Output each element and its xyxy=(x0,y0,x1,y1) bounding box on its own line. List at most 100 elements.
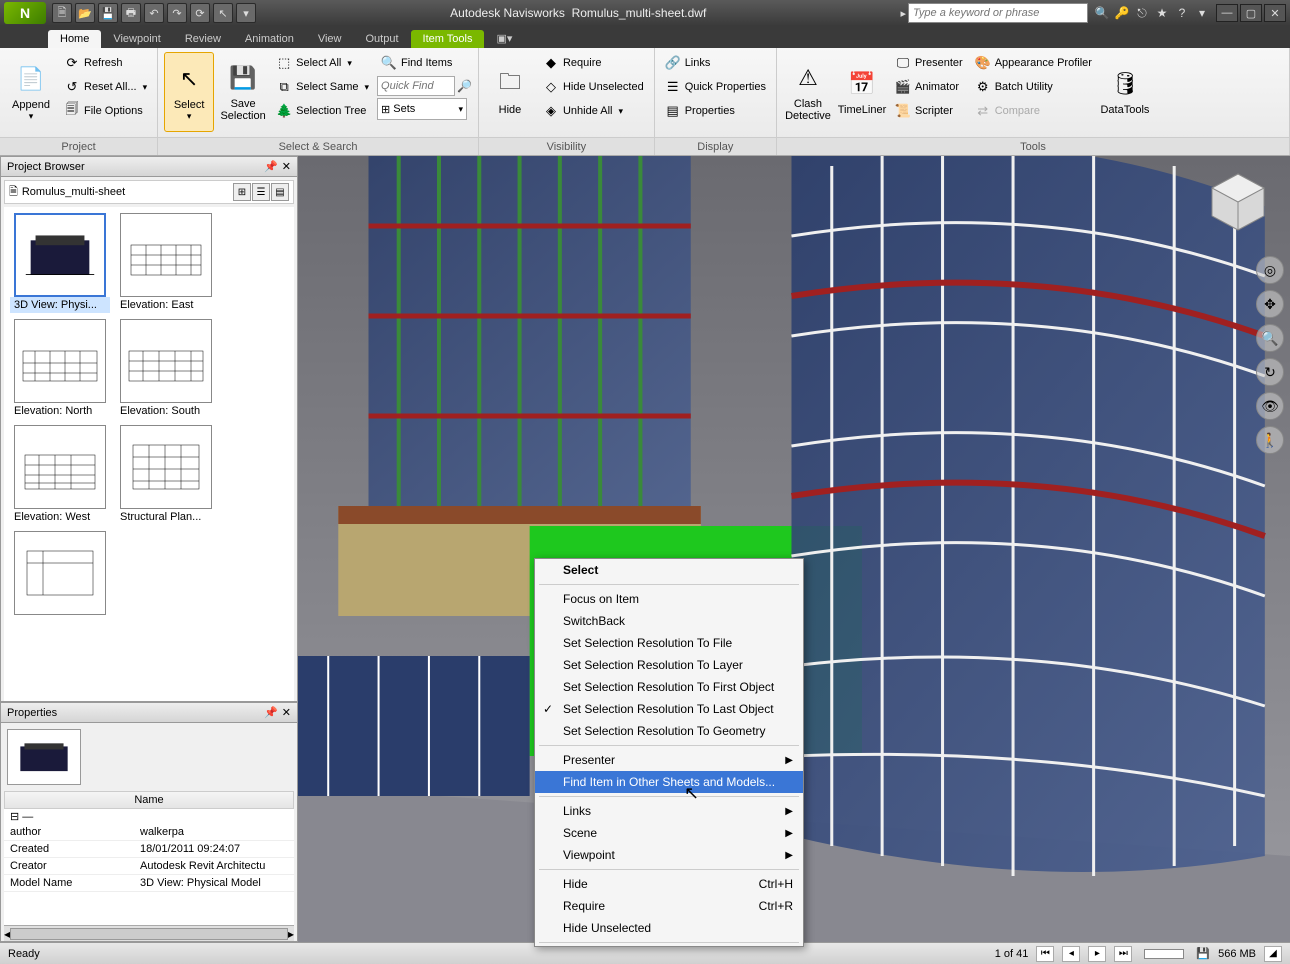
append-button[interactable]: 📄 Append ▾ xyxy=(6,52,56,132)
find-items-button[interactable]: 🔍Find Items xyxy=(377,52,472,74)
ctx-scene[interactable]: Scene▶ xyxy=(535,822,803,844)
ctx-res-file[interactable]: Set Selection Resolution To File xyxy=(535,632,803,654)
panel-close-icon[interactable]: ✕ xyxy=(282,706,291,719)
refresh-button[interactable]: ⟳Refresh xyxy=(60,52,151,74)
qat-save-icon[interactable]: 💾 xyxy=(98,3,118,23)
tab-review[interactable]: Review xyxy=(173,30,233,48)
thumb-elevation-north[interactable]: Elevation: North xyxy=(10,319,110,419)
binoculars-icon[interactable]: 🔍 xyxy=(1094,5,1110,21)
ctx-select[interactable]: Select xyxy=(535,559,803,581)
hide-unselected-button[interactable]: ◇Hide Unselected xyxy=(539,76,648,98)
quick-properties-button[interactable]: ☰Quick Properties xyxy=(661,76,770,98)
ctx-presenter[interactable]: Presenter▶ xyxy=(535,749,803,771)
select-button[interactable]: ↖ Select ▾ xyxy=(164,52,214,132)
properties-button[interactable]: ▤Properties xyxy=(661,100,770,122)
infocenter-search-input[interactable] xyxy=(908,3,1088,23)
group-label-project[interactable]: Project xyxy=(0,137,157,155)
help-dropdown-icon[interactable]: ▾ xyxy=(1194,5,1210,21)
thumb-elevation-south[interactable]: Elevation: South xyxy=(116,319,216,419)
tree-collapse-icon[interactable]: ⊟ — xyxy=(4,809,294,824)
help-icon[interactable]: ? xyxy=(1174,5,1190,21)
thumb-elevation-west[interactable]: Elevation: West xyxy=(10,425,110,525)
presenter-button[interactable]: 🖵Presenter xyxy=(891,52,967,74)
ctx-viewpoint[interactable]: Viewpoint▶ xyxy=(535,844,803,866)
ribbon-minimize-icon[interactable]: ▣▾ xyxy=(484,29,524,48)
scripter-button[interactable]: 📜Scripter xyxy=(891,100,967,122)
hide-button[interactable]: 🗀 Hide xyxy=(485,52,535,132)
nav-walk-icon[interactable]: 🚶 xyxy=(1256,426,1284,454)
selection-tree-button[interactable]: 🌲Selection Tree xyxy=(272,100,373,122)
panel-pin-icon[interactable]: 📌 xyxy=(264,706,278,719)
nav-zoom-icon[interactable]: 🔍 xyxy=(1256,324,1284,352)
ctx-links[interactable]: Links▶ xyxy=(535,800,803,822)
group-label-select[interactable]: Select & Search xyxy=(158,137,478,155)
thumb-3d-view[interactable]: 3D View: Physi... xyxy=(10,213,110,313)
qat-refresh-icon[interactable]: ⟳ xyxy=(190,3,210,23)
view-thumbs-icon[interactable]: ⊞ xyxy=(233,183,251,201)
sheet-last-icon[interactable]: ⏭ xyxy=(1114,946,1132,962)
sheet-prev-icon[interactable]: ◂ xyxy=(1062,946,1080,962)
links-button[interactable]: 🔗Links xyxy=(661,52,770,74)
properties-column-header[interactable]: Name xyxy=(4,791,294,809)
nav-pan-icon[interactable]: ✥ xyxy=(1256,290,1284,318)
unhide-all-button[interactable]: ◈Unhide All▾ xyxy=(539,100,648,122)
view-details-icon[interactable]: ▤ xyxy=(271,183,289,201)
maximize-button[interactable]: ▢ xyxy=(1240,4,1262,22)
comm-icon[interactable]: ⎋ xyxy=(1134,5,1150,21)
qat-select-icon[interactable]: ↖ xyxy=(213,3,233,23)
thumb-partial[interactable] xyxy=(10,531,110,615)
tab-home[interactable]: Home xyxy=(48,30,101,48)
save-selection-button[interactable]: 💾 Save Selection xyxy=(218,52,268,132)
qat-dropdown-icon[interactable]: ▾ xyxy=(236,3,256,23)
properties-scrollbar[interactable]: ◂▸ xyxy=(4,925,294,941)
clash-detective-button[interactable]: ⚠Clash Detective xyxy=(783,52,833,132)
key-icon[interactable]: 🔑 xyxy=(1114,5,1130,21)
timeliner-button[interactable]: 📅TimeLiner xyxy=(837,52,887,132)
tab-animation[interactable]: Animation xyxy=(233,30,306,48)
tab-viewpoint[interactable]: Viewpoint xyxy=(101,30,173,48)
sets-dropdown[interactable]: ⊞Sets▾ xyxy=(377,98,467,120)
panel-close-icon[interactable]: ✕ xyxy=(282,160,291,173)
tab-output[interactable]: Output xyxy=(354,30,411,48)
qat-new-icon[interactable]: 🗎 xyxy=(52,3,72,23)
ctx-res-geom[interactable]: Set Selection Resolution To Geometry xyxy=(535,720,803,742)
reset-all-button[interactable]: ↺Reset All...▾ xyxy=(60,76,151,98)
qat-redo-icon[interactable]: ↷ xyxy=(167,3,187,23)
quick-find-input[interactable] xyxy=(377,76,455,96)
minimize-button[interactable]: — xyxy=(1216,4,1238,22)
file-options-button[interactable]: 🗐File Options xyxy=(60,100,151,122)
appearance-profiler-button[interactable]: 🎨Appearance Profiler xyxy=(971,52,1096,74)
thumbnail-grid[interactable]: 3D View: Physi... Elevation: East Elevat… xyxy=(4,207,294,701)
ctx-hide-unselected[interactable]: Hide Unselected xyxy=(535,917,803,939)
project-browser-header[interactable]: Project Browser 📌 ✕ xyxy=(1,157,297,177)
qat-open-icon[interactable]: 📂 xyxy=(75,3,95,23)
datatools-button[interactable]: 🛢DataTools xyxy=(1100,52,1150,132)
ctx-res-layer[interactable]: Set Selection Resolution To Layer xyxy=(535,654,803,676)
ctx-focus[interactable]: Focus on Item xyxy=(535,588,803,610)
view-list-icon[interactable]: ☰ xyxy=(252,183,270,201)
require-button[interactable]: ◆Require xyxy=(539,52,648,74)
nav-orbit-icon[interactable]: ↻ xyxy=(1256,358,1284,386)
select-same-button[interactable]: ⧉Select Same▾ xyxy=(272,76,373,98)
thumb-structural-plan[interactable]: Structural Plan... xyxy=(116,425,216,525)
nav-wheel-icon[interactable]: ◎ xyxy=(1256,256,1284,284)
viewcube[interactable] xyxy=(1202,166,1274,238)
ctx-switchback[interactable]: SwitchBack xyxy=(535,610,803,632)
panel-pin-icon[interactable]: 📌 xyxy=(264,160,278,173)
ctx-res-first[interactable]: Set Selection Resolution To First Object xyxy=(535,676,803,698)
sheet-first-icon[interactable]: ⏮ xyxy=(1036,946,1054,962)
favorite-icon[interactable]: ★ xyxy=(1154,5,1170,21)
thumb-elevation-east[interactable]: Elevation: East xyxy=(116,213,216,313)
ctx-res-last[interactable]: ✓Set Selection Resolution To Last Object xyxy=(535,698,803,720)
nav-look-icon[interactable]: 👁 xyxy=(1256,392,1284,420)
qat-undo-icon[interactable]: ↶ xyxy=(144,3,164,23)
animator-button[interactable]: 🎬Animator xyxy=(891,76,967,98)
navisworks-logo-icon[interactable]: N xyxy=(4,2,46,24)
close-button[interactable]: ✕ xyxy=(1264,4,1286,22)
quick-find-go-icon[interactable]: 🔎 xyxy=(457,79,472,93)
infocenter-chevron-icon[interactable]: ▸ xyxy=(900,7,906,20)
ctx-find-item[interactable]: Find Item in Other Sheets and Models... xyxy=(535,771,803,793)
tab-view[interactable]: View xyxy=(306,30,354,48)
properties-header[interactable]: Properties 📌 ✕ xyxy=(1,703,297,723)
ctx-require[interactable]: RequireCtrl+R xyxy=(535,895,803,917)
